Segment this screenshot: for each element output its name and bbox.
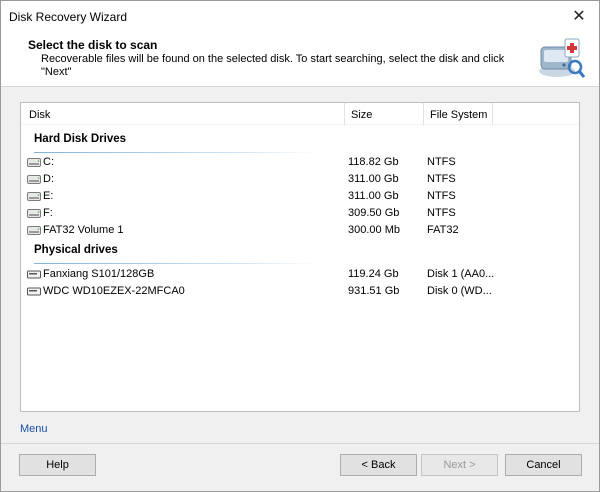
list-item[interactable]: FAT32 Volume 1 300.00 Mb FAT32 — [21, 222, 579, 239]
column-file-system[interactable]: File System — [430, 109, 487, 121]
title-bar: Disk Recovery Wizard ✕ — [1, 1, 599, 31]
drive-icon — [27, 158, 41, 167]
disk-file-system: Disk 1 (AA0... — [427, 268, 495, 280]
disk-name: WDC WD10EZEX-22MFCA0 — [43, 285, 185, 297]
hard-disk-icon — [27, 287, 41, 296]
disk-recovery-icon — [539, 38, 585, 78]
column-separator[interactable] — [492, 103, 493, 125]
drive-icon — [27, 226, 41, 235]
drive-icon — [27, 209, 41, 218]
wizard-header: Select the disk to scan Recoverable file… — [1, 31, 599, 87]
close-icon[interactable]: ✕ — [567, 6, 591, 26]
disk-size: 931.51 Gb — [348, 285, 400, 297]
menu-link[interactable]: Menu — [20, 423, 48, 435]
disk-name: Fanxiang S101/128GB — [43, 268, 155, 280]
disk-name: C: — [43, 156, 54, 168]
list-item[interactable]: WDC WD10EZEX-22MFCA0 931.51 Gb Disk 0 (W… — [21, 283, 579, 300]
help-button[interactable]: Help — [19, 454, 96, 476]
disk-list[interactable]: Disk Size File System Hard Disk Drives C… — [20, 102, 580, 412]
list-item[interactable]: F: 309.50 Gb NTFS — [21, 205, 579, 222]
disk-file-system: NTFS — [427, 207, 456, 219]
disk-name: D: — [43, 173, 54, 185]
list-item[interactable]: E: 311.00 Gb NTFS — [21, 188, 579, 205]
group-physical-drives: Physical drives — [34, 244, 118, 256]
disk-file-system: NTFS — [427, 156, 456, 168]
drive-icon — [27, 192, 41, 201]
column-separator[interactable] — [423, 103, 424, 125]
column-size[interactable]: Size — [351, 109, 372, 121]
next-button[interactable]: Next > — [421, 454, 498, 476]
disk-file-system: FAT32 — [427, 224, 459, 236]
back-button[interactable]: < Back — [340, 454, 417, 476]
disk-name: F: — [43, 207, 53, 219]
page-title: Select the disk to scan — [28, 38, 158, 52]
cancel-button[interactable]: Cancel — [505, 454, 582, 476]
page-description: Recoverable files will be found on the s… — [41, 53, 505, 78]
column-disk[interactable]: Disk — [29, 109, 50, 121]
disk-size: 118.82 Gb — [348, 156, 399, 168]
column-header: Disk Size File System — [21, 103, 579, 125]
disk-file-system: NTFS — [427, 190, 456, 202]
disk-size: 309.50 Gb — [348, 207, 400, 219]
disk-name: FAT32 Volume 1 — [43, 224, 124, 236]
drive-icon — [27, 175, 41, 184]
disk-file-system: Disk 0 (WD... — [427, 285, 492, 297]
list-item[interactable]: C: 118.82 Gb NTFS — [21, 154, 579, 171]
hard-disk-icon — [27, 270, 41, 279]
group-divider — [34, 152, 319, 153]
list-item[interactable]: D: 311.00 Gb NTFS — [21, 171, 579, 188]
disk-file-system: NTFS — [427, 173, 456, 185]
disk-size: 311.00 Gb — [348, 190, 399, 202]
group-divider — [34, 263, 319, 264]
disk-recovery-wizard-window: Disk Recovery Wizard ✕ Select the disk t… — [0, 0, 600, 492]
disk-size: 300.00 Mb — [348, 224, 400, 236]
footer-divider — [1, 443, 599, 444]
disk-size: 119.24 Gb — [348, 268, 399, 280]
disk-name: E: — [43, 190, 54, 202]
disk-size: 311.00 Gb — [348, 173, 399, 185]
group-hard-disk-drives: Hard Disk Drives — [34, 133, 127, 145]
list-item[interactable]: Fanxiang S101/128GB 119.24 Gb Disk 1 (AA… — [21, 266, 579, 283]
window-title: Disk Recovery Wizard — [9, 10, 128, 24]
column-separator[interactable] — [344, 103, 345, 125]
